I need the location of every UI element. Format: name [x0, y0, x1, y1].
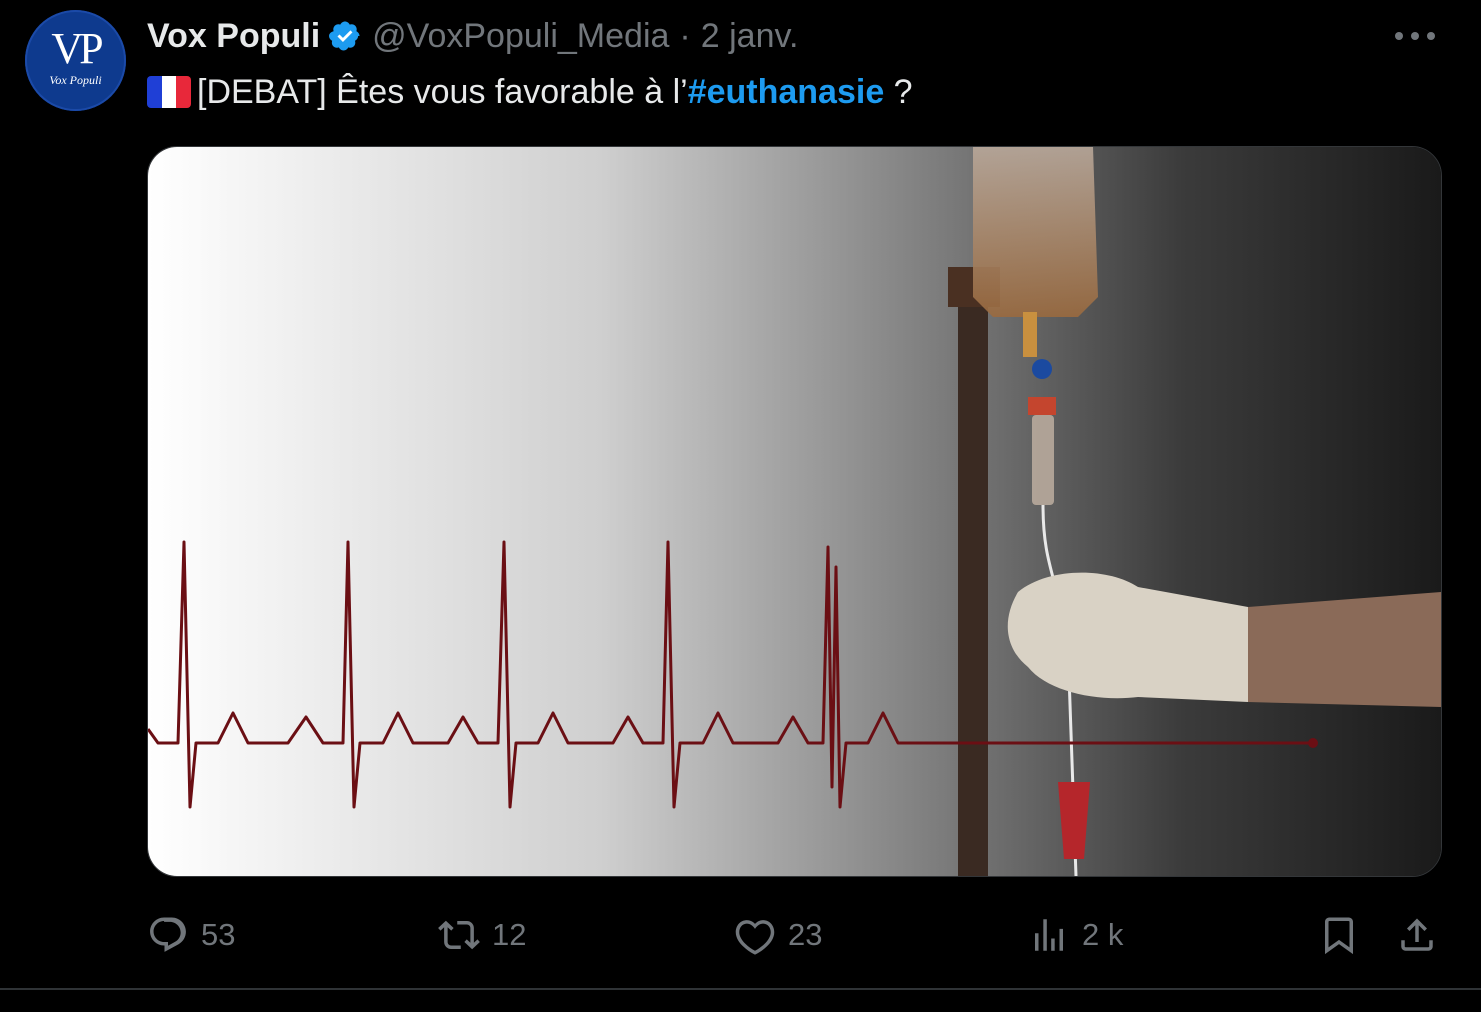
tweet-header: Vox Populi @VoxPopuli_Media · 2 janv. — [147, 14, 798, 58]
reply-button[interactable]: 53 — [147, 905, 235, 965]
heartbeat-iv-drip-image — [148, 147, 1441, 876]
reply-count: 53 — [201, 917, 236, 952]
more-horizontal-icon — [1395, 32, 1403, 40]
heart-icon — [735, 920, 775, 955]
tweet-text-suffix: ? — [884, 72, 913, 111]
tweet-timestamp[interactable]: 2 janv. — [701, 17, 799, 56]
author-avatar[interactable]: VP Vox Populi — [25, 10, 126, 111]
avatar-monogram: VP — [51, 24, 103, 73]
retweet-button[interactable]: 12 — [438, 905, 526, 965]
tweet-text: [DEBAT] Êtes vous favorable à l’ #euthan… — [147, 66, 913, 118]
header-separator: · — [679, 16, 691, 55]
reply-icon — [150, 917, 186, 952]
tweet-divider — [0, 988, 1481, 990]
author-name[interactable]: Vox Populi — [147, 17, 320, 56]
tweet-text-prefix: [DEBAT] Êtes vous favorable à l’ — [197, 72, 688, 111]
views-button[interactable]: 2 k — [1028, 905, 1123, 965]
more-options-button[interactable] — [1395, 22, 1435, 50]
share-button[interactable] — [1396, 905, 1450, 965]
share-icon — [1401, 918, 1433, 951]
france-flag-icon — [147, 76, 191, 108]
views-icon — [1035, 919, 1063, 951]
author-handle[interactable]: @VoxPopuli_Media — [372, 17, 669, 56]
tweet-actions: 53 12 23 2 k — [0, 905, 1481, 965]
like-button[interactable]: 23 — [734, 905, 822, 965]
retweet-count: 12 — [492, 917, 527, 952]
like-count: 23 — [788, 917, 823, 952]
retweet-icon — [438, 920, 480, 950]
bookmark-icon — [1325, 917, 1353, 955]
hashtag-link[interactable]: #euthanasie — [688, 73, 885, 112]
bookmark-button[interactable] — [1318, 905, 1372, 965]
tweet-media-image[interactable] — [147, 146, 1442, 877]
views-count: 2 k — [1082, 917, 1124, 952]
verified-badge-icon — [329, 21, 360, 51]
avatar-caption: Vox Populi — [49, 73, 102, 87]
